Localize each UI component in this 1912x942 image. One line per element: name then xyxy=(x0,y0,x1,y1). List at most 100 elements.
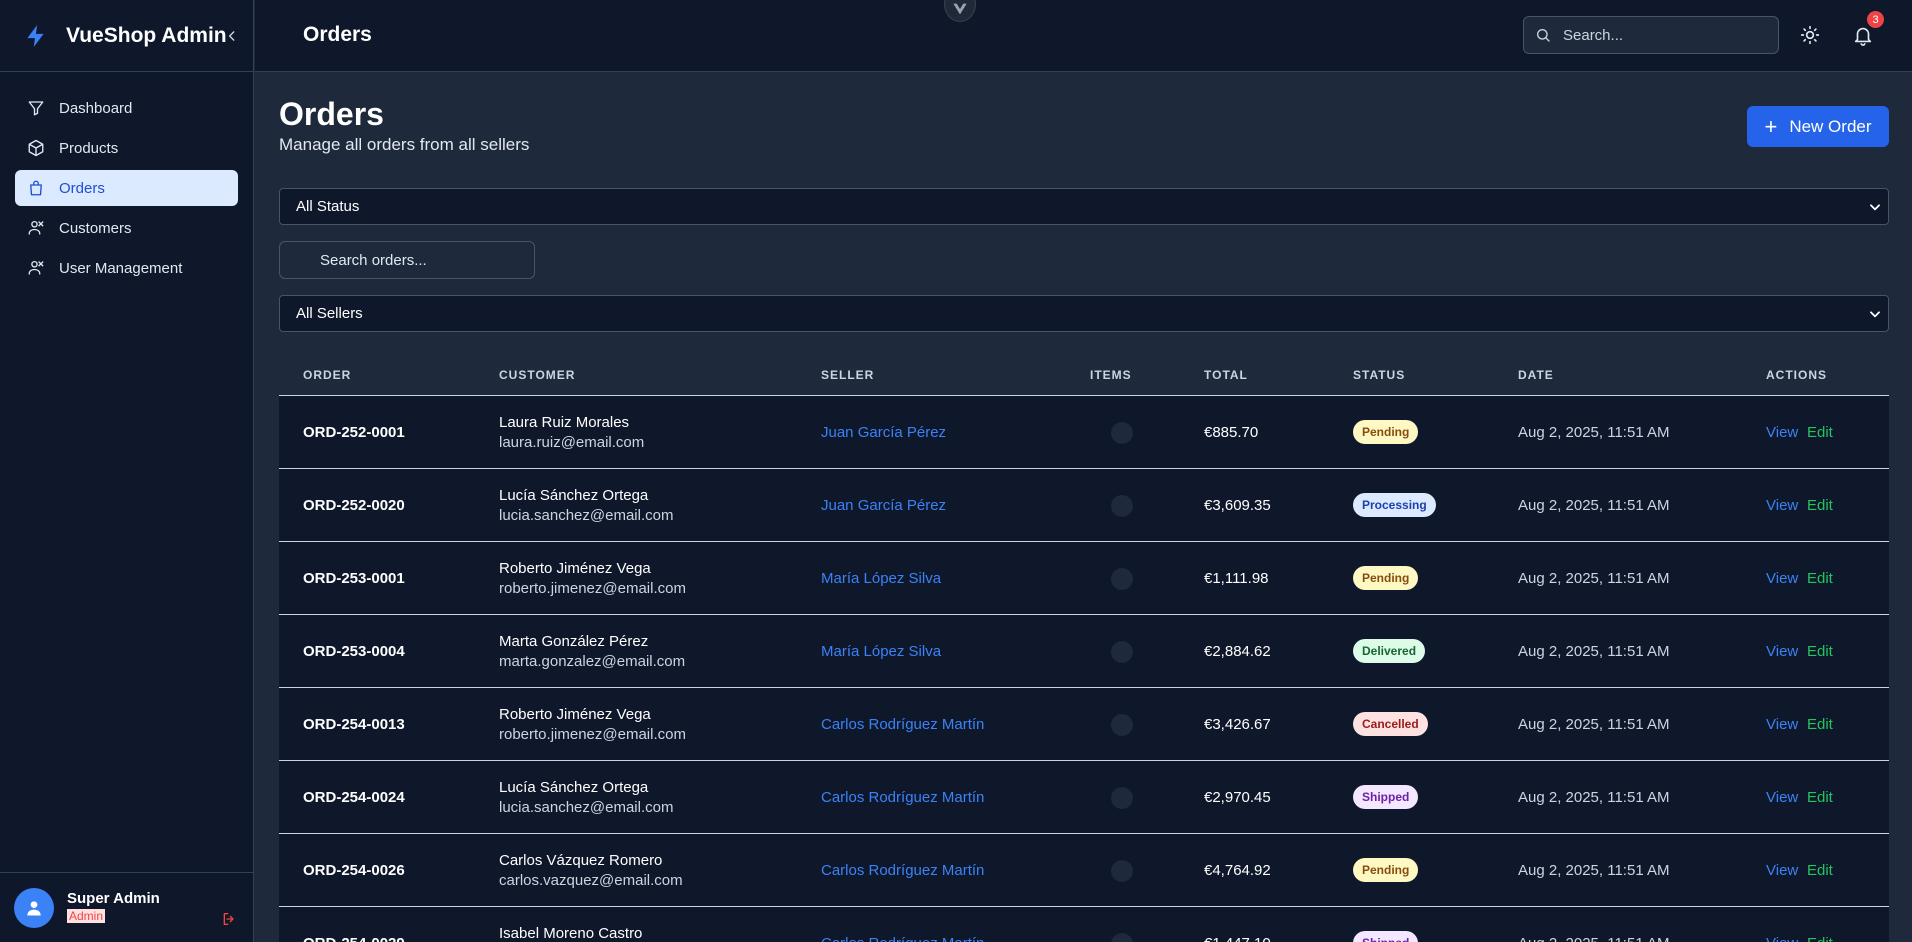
order-total: €3,609.35 xyxy=(1204,497,1271,514)
header-search-input[interactable] xyxy=(1563,26,1763,44)
table-header: ORDER CUSTOMER SELLER ITEMS TOTAL STATUS… xyxy=(279,354,1889,396)
page-title: Orders xyxy=(279,96,384,132)
edit-button[interactable]: Edit xyxy=(1807,643,1833,660)
status-filter-select[interactable]: All Status xyxy=(279,188,1889,225)
edit-button[interactable]: Edit xyxy=(1807,862,1833,879)
column-header[interactable]: CUSTOMER xyxy=(499,368,575,382)
order-date: Aug 2, 2025, 11:51 AM xyxy=(1518,862,1670,879)
edit-button[interactable]: Edit xyxy=(1807,424,1833,441)
customer-email: lucia.sanchez@email.com xyxy=(499,507,674,524)
seller-link[interactable]: Carlos Rodríguez Martín xyxy=(821,789,984,806)
chevron-left-icon[interactable] xyxy=(222,26,242,46)
column-header[interactable]: ITEMS xyxy=(1090,368,1132,382)
seller-filter-select[interactable]: All Sellers xyxy=(279,295,1889,332)
column-header[interactable]: SELLER xyxy=(821,368,874,382)
table-row[interactable]: ORD-253-0004 Marta González Pérez marta.go… xyxy=(279,615,1889,688)
sun-icon[interactable] xyxy=(1800,25,1820,45)
view-button[interactable]: View xyxy=(1766,716,1798,733)
view-button[interactable]: View xyxy=(1766,424,1798,441)
sidebar-item-products[interactable]: Products xyxy=(15,130,238,166)
sidebar-item-dashboard[interactable]: Dashboard xyxy=(15,90,238,126)
user-icon xyxy=(27,900,41,915)
column-header[interactable]: ACTIONS xyxy=(1766,368,1827,382)
customer-name: Marta González Pérez xyxy=(499,633,649,650)
table-row[interactable]: ORD-253-0001 Roberto Jiménez Vega roberto.… xyxy=(279,542,1889,615)
items-indicator xyxy=(1111,787,1133,809)
status-badge: Shipped xyxy=(1353,931,1419,942)
seller-link[interactable]: María López Silva xyxy=(821,643,941,660)
edit-button[interactable]: Edit xyxy=(1807,716,1833,733)
order-total: €2,884.62 xyxy=(1204,643,1271,660)
customer-email: lucia.sanchez@email.com xyxy=(499,799,674,816)
logout-icon[interactable] xyxy=(221,911,237,927)
column-header[interactable]: STATUS xyxy=(1353,368,1405,382)
table-row[interactable]: ORD-252-0020 Lucía Sánchez Ortega lucia.sa… xyxy=(279,469,1889,542)
order-date: Aug 2, 2025, 11:51 AM xyxy=(1518,789,1670,806)
table-row[interactable]: ORD-254-0024 Lucía Sánchez Ortega lucia.sa… xyxy=(279,761,1889,834)
table-row[interactable]: ORD-252-0001 Laura Ruiz Morales laura.ruiz… xyxy=(279,396,1889,469)
customer-email: laura.ruiz@email.com xyxy=(499,434,645,451)
view-button[interactable]: View xyxy=(1766,789,1798,806)
view-button[interactable]: View xyxy=(1766,643,1798,660)
status-badge: Pending xyxy=(1353,858,1419,882)
seller-link[interactable]: Carlos Rodríguez Martín xyxy=(821,716,984,733)
order-id: ORD-254-0026 xyxy=(303,862,405,879)
edit-button[interactable]: Edit xyxy=(1807,570,1833,587)
items-indicator xyxy=(1111,641,1133,663)
header-search[interactable] xyxy=(1523,16,1779,54)
search-orders[interactable] xyxy=(279,241,535,279)
avatar[interactable] xyxy=(14,887,54,928)
column-header[interactable]: ORDER xyxy=(303,368,351,382)
chevron-down-icon xyxy=(1868,307,1882,321)
customer-name: Lucía Sánchez Ortega xyxy=(499,487,649,504)
table-row[interactable]: ORD-254-0029 Isabel Moreno Castro Carlos R… xyxy=(279,907,1889,942)
status-badge: Pending xyxy=(1353,420,1419,444)
order-id: ORD-253-0001 xyxy=(303,570,405,587)
view-button[interactable]: View xyxy=(1766,497,1798,514)
sidebar-item-orders[interactable]: Orders xyxy=(15,170,238,206)
edit-button[interactable]: Edit xyxy=(1807,789,1833,806)
new-order-button[interactable]: + New Order xyxy=(1747,106,1889,147)
customer-email: carlos.vazquez@email.com xyxy=(499,872,683,889)
seller-link[interactable]: Carlos Rodríguez Martín xyxy=(821,862,984,879)
seller-link[interactable]: Juan García Pérez xyxy=(821,424,946,441)
column-header[interactable]: DATE xyxy=(1518,368,1554,382)
status-badge: Shipped xyxy=(1353,785,1419,809)
status-badge: Delivered xyxy=(1353,639,1426,663)
plus-icon: + xyxy=(1764,113,1778,139)
column-header[interactable]: TOTAL xyxy=(1204,368,1248,382)
lightning-icon xyxy=(22,22,50,50)
seller-link[interactable]: Carlos Rodríguez Martín xyxy=(821,935,984,942)
sidebar-nav: Dashboard Products Orders Customers User… xyxy=(15,90,238,290)
view-button[interactable]: View xyxy=(1766,862,1798,879)
table-row[interactable]: ORD-254-0026 Carlos Vázquez Romero carlos.… xyxy=(279,834,1889,907)
seller-link[interactable]: Juan García Pérez xyxy=(821,497,946,514)
edit-button[interactable]: Edit xyxy=(1807,935,1833,942)
view-button[interactable]: View xyxy=(1766,570,1798,587)
items-indicator xyxy=(1111,422,1133,444)
items-indicator xyxy=(1111,933,1133,942)
users-cog-icon xyxy=(27,259,45,277)
sidebar-item-user-management[interactable]: User Management xyxy=(15,250,238,286)
order-date: Aug 2, 2025, 11:51 AM xyxy=(1518,497,1670,514)
users-icon xyxy=(27,219,45,237)
items-indicator xyxy=(1111,495,1133,517)
items-indicator xyxy=(1111,860,1133,882)
box-icon xyxy=(27,139,45,157)
customer-name: Roberto Jiménez Vega xyxy=(499,560,651,577)
order-total: €2,970.45 xyxy=(1204,789,1271,806)
search-orders-input[interactable] xyxy=(320,251,520,269)
seller-link[interactable]: María López Silva xyxy=(821,570,941,587)
table-row[interactable]: ORD-254-0013 Roberto Jiménez Vega roberto.… xyxy=(279,688,1889,761)
edit-button[interactable]: Edit xyxy=(1807,497,1833,514)
seller-filter-value: All Sellers xyxy=(296,305,363,322)
vue-devtools-icon[interactable] xyxy=(944,0,976,22)
customer-name: Carlos Vázquez Romero xyxy=(499,852,663,869)
sidebar-item-customers[interactable]: Customers xyxy=(15,210,238,246)
view-button[interactable]: View xyxy=(1766,935,1798,942)
status-badge: Pending xyxy=(1353,566,1419,590)
status-filter-value: All Status xyxy=(296,198,360,215)
order-id: ORD-254-0024 xyxy=(303,789,405,806)
order-date: Aug 2, 2025, 11:51 AM xyxy=(1518,716,1670,733)
top-header: Orders 3 xyxy=(255,0,1912,72)
